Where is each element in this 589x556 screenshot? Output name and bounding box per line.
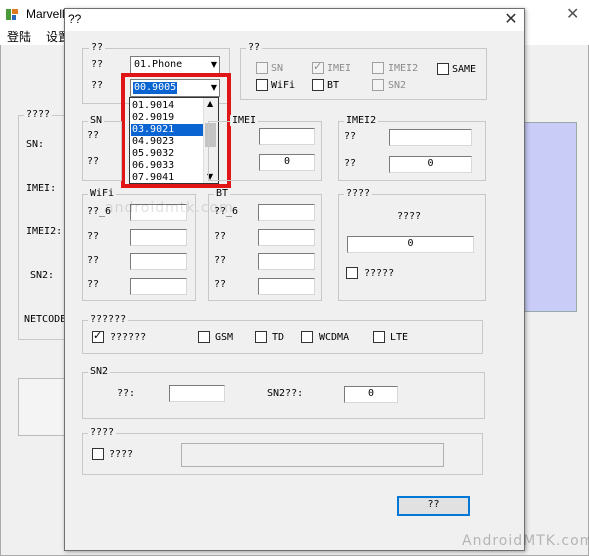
td-checkbox[interactable]	[255, 331, 267, 343]
wifi-field-2[interactable]	[130, 229, 187, 246]
td-label: TD	[272, 332, 285, 343]
dialog-titlebar	[65, 9, 524, 31]
wifi-field-3[interactable]	[130, 253, 187, 270]
count-label: ????	[397, 211, 422, 222]
wifi-checkbox-label: WiFi	[271, 80, 296, 91]
bt-field-4[interactable]	[258, 278, 315, 295]
bt-row2-label: ??	[214, 231, 227, 242]
same-checkbox[interactable]	[437, 63, 449, 75]
imei-group-title: IMEI	[230, 115, 259, 126]
imei2-count-input[interactable]: 0	[389, 156, 472, 173]
sn2-group-title: SN2	[88, 366, 111, 377]
mode-row2-label: ??	[91, 80, 104, 91]
main-sn2-label: SN2:	[30, 270, 55, 281]
main-lower-box	[18, 378, 66, 436]
imei2-checkbox[interactable]	[372, 62, 384, 74]
mode-group-title: ??	[89, 42, 106, 53]
mode-row1-label: ??	[91, 59, 104, 70]
wifi-row2-label: ??	[87, 231, 100, 242]
sn-checkbox[interactable]	[256, 62, 268, 74]
bt-group-title: BT	[214, 188, 231, 199]
options-group-title: ??	[246, 42, 263, 53]
main-imei2-label: IMEI2:	[26, 226, 63, 237]
bottom-group-title: ????	[88, 427, 117, 438]
imei2-checkbox-label: IMEI2	[388, 63, 419, 74]
wifi-checkbox[interactable]	[256, 79, 268, 91]
lte-checkbox[interactable]	[373, 331, 385, 343]
watermark: AndroidMTK.com	[462, 533, 589, 549]
bt-checkbox-label: BT	[327, 80, 340, 91]
main-window-close-icon[interactable]: ✕	[566, 4, 579, 24]
count-checkbox[interactable]	[346, 267, 358, 279]
bt-row4-label: ??	[214, 279, 227, 290]
network-all-checkbox[interactable]: ✓	[92, 329, 104, 343]
imei2-row2-label: ??	[344, 158, 357, 169]
wifi-field-4[interactable]	[130, 278, 187, 295]
lte-label: LTE	[390, 332, 409, 343]
bt-checkbox[interactable]	[312, 79, 324, 91]
bt-field-3[interactable]	[258, 253, 315, 270]
main-sn-label: SN:	[26, 139, 45, 150]
count-checkbox-label: ?????	[364, 268, 395, 279]
phone-type-select[interactable]: 01.Phone ▼	[130, 56, 220, 74]
count-group-title: ????	[344, 188, 373, 199]
app-logo-icon	[6, 9, 18, 20]
sn2-checkbox[interactable]	[372, 79, 384, 91]
imei2-row1-label: ??	[344, 131, 357, 142]
menu-item-login[interactable]: 登陆	[7, 28, 31, 45]
phone-type-value: 01.Phone	[134, 59, 183, 70]
count-input[interactable]: 0	[347, 236, 474, 253]
wifi-row4-label: ??	[87, 279, 100, 290]
imei-checkbox[interactable]: ✓	[312, 60, 324, 74]
gsm-label: GSM	[215, 332, 234, 343]
main-netcode-label: NETCODE	[24, 314, 67, 325]
main-info-group-title: ????	[24, 109, 53, 120]
main-window-title: Marvell	[26, 7, 65, 21]
sn2-count-input[interactable]: 0	[344, 386, 398, 403]
sn2-input[interactable]	[169, 385, 225, 402]
wifi-group-title: WiFi	[88, 188, 117, 199]
sn-checkbox-label: SN	[271, 63, 284, 74]
wcdma-checkbox[interactable]	[301, 331, 313, 343]
wcdma-label: WCDMA	[319, 332, 350, 343]
dialog-close-icon[interactable]: ✕	[503, 9, 519, 29]
sn-group-title: SN	[88, 115, 105, 126]
bottom-checkbox-label: ????	[109, 449, 134, 460]
bt-field-2[interactable]	[258, 229, 315, 246]
network-group-title: ??????	[88, 314, 129, 325]
imei2-start-input[interactable]	[389, 129, 472, 146]
status-panel	[524, 122, 577, 312]
imei-count-input[interactable]: 0	[259, 154, 315, 171]
gsm-checkbox[interactable]	[198, 331, 210, 343]
bottom-disabled-field[interactable]	[181, 443, 444, 467]
sn-row2-label: ??	[87, 156, 100, 167]
chevron-down-icon: ▼	[210, 60, 217, 69]
sn2-label: ??:	[117, 388, 136, 399]
watermark: androidmtk.com	[105, 200, 234, 216]
wifi-row3-label: ??	[87, 255, 100, 266]
sn2-checkbox-label: SN2	[388, 80, 407, 91]
sn2-count-label: SN2??:	[267, 388, 304, 399]
network-all-label: ??????	[110, 332, 147, 343]
bt-row3-label: ??	[214, 255, 227, 266]
sn-row1-label: ??	[87, 130, 100, 141]
bottom-checkbox[interactable]	[92, 448, 104, 460]
imei2-group-title: IMEI2	[344, 115, 379, 126]
bt-field-1[interactable]	[258, 204, 315, 221]
imei-checkbox-label: IMEI	[327, 63, 352, 74]
imei-start-input[interactable]	[259, 128, 315, 145]
dialog-title: ??	[68, 12, 82, 26]
same-checkbox-label: SAME	[452, 64, 477, 75]
ok-button[interactable]: ??	[397, 496, 470, 516]
main-imei-label: IMEI:	[26, 183, 57, 194]
